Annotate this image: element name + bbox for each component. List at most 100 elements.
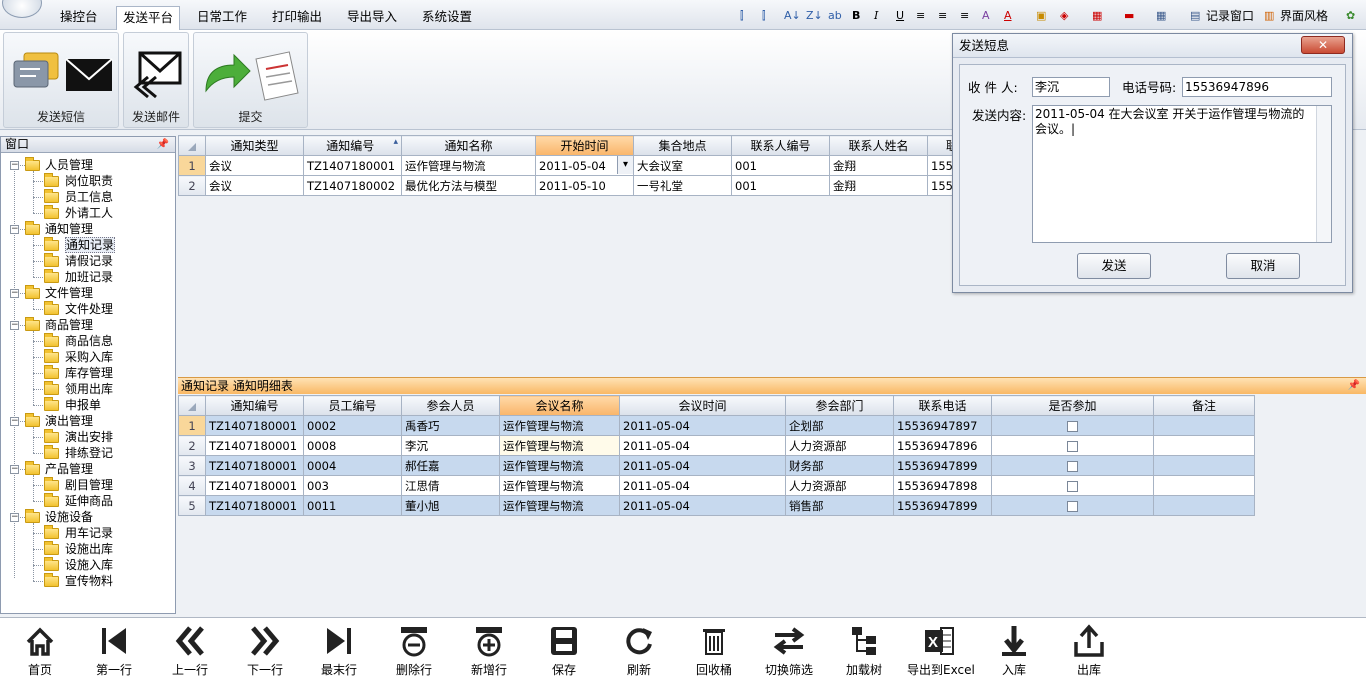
font-color-icon[interactable]: A xyxy=(1004,7,1012,25)
record-window-icon[interactable]: ▤ xyxy=(1190,7,1200,25)
table-cell[interactable]: 15536947897 xyxy=(893,415,992,436)
select-all-icon[interactable] xyxy=(188,403,196,411)
next-row-button[interactable]: 下一行 xyxy=(233,622,297,680)
row-number[interactable]: 2 xyxy=(178,435,206,456)
previous-row-button[interactable]: 上一行 xyxy=(158,622,222,680)
table-cell[interactable]: 财务部 xyxy=(785,455,894,476)
table-cell[interactable]: TZ1407180001 xyxy=(303,155,402,176)
table-row[interactable]: 1 会议 TZ1407180001 运作管理与物流 2011-05-04 ▾ 大会议室 001… xyxy=(178,155,977,176)
tree-item[interactable]: 排练登记 xyxy=(65,445,113,461)
phone-field[interactable]: 15536947896 xyxy=(1182,77,1332,97)
tree-expander[interactable]: − xyxy=(10,161,19,170)
sort-desc-icon[interactable]: Z↓ xyxy=(806,7,823,25)
tree-group-2[interactable]: 文件管理 xyxy=(45,285,93,301)
table-cell[interactable] xyxy=(991,495,1154,516)
table-cell[interactable]: 2011-05-10 xyxy=(535,175,634,196)
column-header[interactable]: 会议时间 xyxy=(619,395,786,416)
tab-console[interactable]: 操控台 xyxy=(54,6,104,30)
underline-icon[interactable]: U xyxy=(896,7,904,25)
tree-item[interactable]: 宣传物料 xyxy=(65,573,113,589)
pin-icon[interactable]: 📌 xyxy=(157,137,169,152)
sort-asc-icon[interactable]: A↓ xyxy=(784,7,801,25)
table-cell[interactable]: 江思倩 xyxy=(401,475,500,496)
column-header[interactable]: 参会部门 xyxy=(785,395,894,416)
table-cell[interactable] xyxy=(991,415,1154,436)
table-cell[interactable] xyxy=(1153,435,1255,456)
column-header[interactable]: 是否参加 xyxy=(991,395,1154,416)
table-row[interactable]: 5 TZ1407180001 0011 董小旭 运作管理与物流 2011-05-04 销售部… xyxy=(178,495,1255,516)
refresh-button[interactable]: 刷新 xyxy=(607,622,671,680)
align-left-icon[interactable]: ≡ xyxy=(916,7,925,25)
stock-in-button[interactable]: 入库 xyxy=(982,622,1046,680)
tree-item[interactable]: 采购入库 xyxy=(65,349,113,365)
table-row[interactable]: 2 TZ1407180001 0008 李沉 运作管理与物流 2011-05-04 人力资源… xyxy=(178,435,1255,456)
tree-item[interactable]: 加班记录 xyxy=(65,269,113,285)
content-scrollbar[interactable] xyxy=(1316,106,1331,242)
table-cell[interactable] xyxy=(991,475,1154,496)
table-cell[interactable]: TZ1407180001 xyxy=(205,455,304,476)
table-cell[interactable]: 0011 xyxy=(303,495,402,516)
select-all-icon[interactable] xyxy=(188,143,196,151)
table-cell[interactable]: 会议 xyxy=(205,175,304,196)
table-cell[interactable]: 运作管理与物流 xyxy=(499,435,620,456)
row-number[interactable]: 1 xyxy=(178,155,206,176)
column-header[interactable]: 开始时间 xyxy=(535,135,634,156)
delete-row-button[interactable]: 删除行 xyxy=(382,622,446,680)
bold-icon[interactable]: B xyxy=(852,7,860,25)
tree-expander[interactable]: − xyxy=(10,321,19,330)
table-cell[interactable] xyxy=(1153,495,1255,516)
table-cell[interactable]: 运作管理与物流 xyxy=(499,415,620,436)
table-cell[interactable]: 003 xyxy=(303,475,402,496)
table-cell[interactable]: 2011-05-04 xyxy=(619,435,786,456)
tree-item[interactable]: 用车记录 xyxy=(65,525,113,541)
column-header[interactable]: 会议名称 xyxy=(499,395,620,416)
attend-checkbox[interactable] xyxy=(1067,460,1078,472)
tree-expander[interactable]: − xyxy=(10,513,19,522)
first-row-button[interactable]: 第一行 xyxy=(82,622,146,680)
tree-group-3[interactable]: 商品管理 xyxy=(45,317,93,333)
table-cell[interactable]: TZ1407180001 xyxy=(205,495,304,516)
table-cell[interactable]: 销售部 xyxy=(785,495,894,516)
column-header[interactable]: 联系人编号 xyxy=(731,135,830,156)
tab-system-settings[interactable]: 系统设置 xyxy=(416,6,478,30)
tree-item[interactable]: 岗位职责 xyxy=(65,173,113,189)
record-window-label[interactable]: 记录窗口 xyxy=(1206,7,1254,25)
table-cell[interactable]: 大会议室 xyxy=(633,155,732,176)
ui-style-label[interactable]: 界面风格 xyxy=(1280,7,1328,25)
tree-group-5[interactable]: 产品管理 xyxy=(45,461,93,477)
table-cell[interactable]: 运作管理与物流 xyxy=(499,495,620,516)
table-cell[interactable]: 2011-05-04 xyxy=(619,495,786,516)
add-row-button[interactable]: 新增行 xyxy=(457,622,521,680)
table-cell[interactable]: 2011-05-04 xyxy=(619,475,786,496)
table-cell[interactable]: 2011-05-04 xyxy=(619,455,786,476)
table-cell[interactable]: 15536947899 xyxy=(893,455,992,476)
table-cell[interactable]: 运作管理与物流 xyxy=(401,155,536,176)
tree-item[interactable]: 剧目管理 xyxy=(65,477,113,493)
fill-color-icon[interactable]: ◈ xyxy=(1060,7,1068,25)
table-cell[interactable]: 001 xyxy=(731,155,830,176)
column-header[interactable]: 联系电话 xyxy=(893,395,992,416)
cancel-button[interactable]: 取消 xyxy=(1226,253,1300,279)
ui-style-icon[interactable]: ▥ xyxy=(1264,7,1274,25)
table-cell[interactable]: 郝任嘉 xyxy=(401,455,500,476)
table-cell[interactable]: 企划部 xyxy=(785,415,894,436)
table-cell[interactable]: 2011-05-04 xyxy=(619,415,786,436)
table-cell[interactable]: 李沉 xyxy=(401,435,500,456)
tree-expander[interactable]: − xyxy=(10,417,19,426)
table-cell[interactable]: 15536947896 xyxy=(893,435,992,456)
tree-expander[interactable]: − xyxy=(10,465,19,474)
attend-checkbox[interactable] xyxy=(1067,420,1078,432)
table-cell[interactable]: 人力资源部 xyxy=(785,435,894,456)
tree-expander[interactable]: − xyxy=(10,225,19,234)
table-cell[interactable]: 001 xyxy=(731,175,830,196)
send-button[interactable]: 发送 xyxy=(1077,253,1151,279)
tree-item[interactable]: 演出安排 xyxy=(65,429,113,445)
table-cell[interactable]: 人力资源部 xyxy=(785,475,894,496)
tab-import-export[interactable]: 导出导入 xyxy=(341,6,403,30)
table-cell[interactable]: TZ1407180001 xyxy=(205,435,304,456)
table-cell[interactable]: 一号礼堂 xyxy=(633,175,732,196)
column-header[interactable]: 联系人姓名 xyxy=(829,135,928,156)
recycle-bin-button[interactable]: 回收桶 xyxy=(682,622,746,680)
attend-checkbox[interactable] xyxy=(1067,500,1078,512)
table-cell[interactable] xyxy=(991,455,1154,476)
